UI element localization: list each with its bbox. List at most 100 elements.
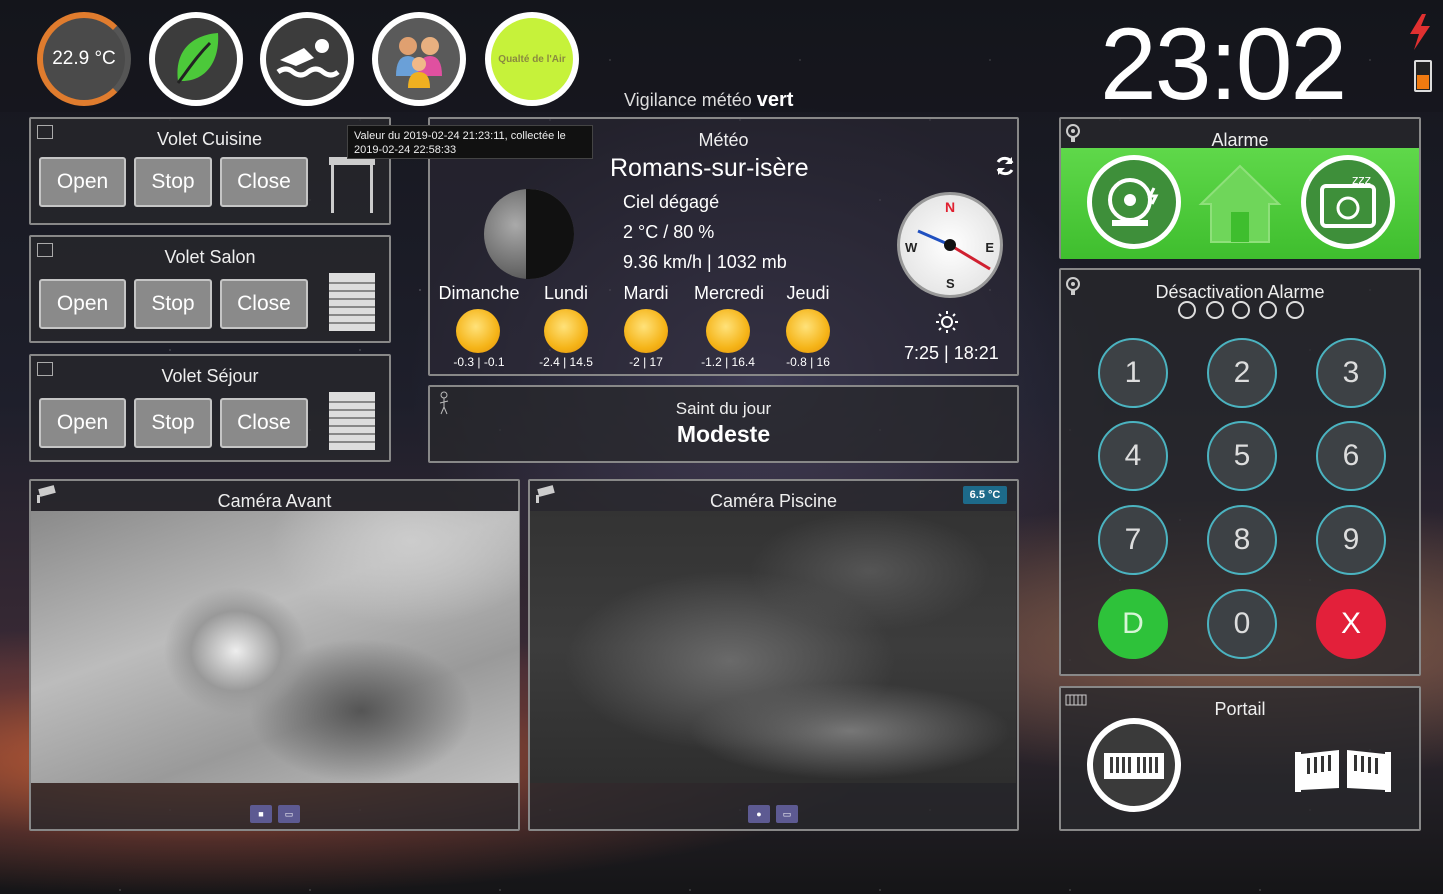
compass-needle bbox=[917, 229, 991, 271]
leaf-icon bbox=[176, 33, 219, 84]
pin-dot bbox=[1286, 301, 1304, 319]
key-disarm[interactable]: D bbox=[1098, 589, 1168, 659]
key-5[interactable]: 5 bbox=[1207, 421, 1277, 491]
sun-icon bbox=[786, 309, 830, 353]
refresh-icon[interactable] bbox=[994, 155, 1016, 177]
saint-name: Modeste bbox=[676, 421, 771, 447]
presence-button[interactable] bbox=[372, 12, 466, 106]
camera-panel-front: Caméra Avant ■ ▭ bbox=[29, 479, 520, 831]
shutter-closed-icon bbox=[329, 273, 375, 331]
pin-dot bbox=[1259, 301, 1277, 319]
shutter-panel-salon: Volet Salon Open Stop Close bbox=[29, 235, 391, 343]
sun-icon bbox=[544, 309, 588, 353]
camera-record-button[interactable]: ● bbox=[748, 805, 770, 823]
clock: 23:02 bbox=[1100, 7, 1347, 121]
gate-toggle-button[interactable] bbox=[1087, 718, 1181, 812]
camera-stop-button[interactable]: ■ bbox=[250, 805, 272, 823]
key-1[interactable]: 1 bbox=[1098, 338, 1168, 408]
shutter-panel-sejour: Volet Séjour Open Stop Close bbox=[29, 354, 391, 462]
svg-text:zzz: zzz bbox=[1352, 173, 1371, 187]
sun-icon bbox=[456, 309, 500, 353]
air-quality-button[interactable]: Qualté de l'Air bbox=[485, 12, 579, 106]
shutter-open-button[interactable]: Open bbox=[39, 279, 126, 329]
eco-button[interactable] bbox=[149, 12, 243, 106]
moon-phase-icon bbox=[484, 189, 574, 279]
camera-feed-front[interactable] bbox=[31, 511, 519, 783]
weather-temp-humidity: 2 °C / 80 % bbox=[623, 222, 715, 242]
camera-folder-button[interactable]: ▭ bbox=[278, 805, 300, 823]
forecast-minmax: -1.2 | 16.4 bbox=[701, 355, 755, 369]
camera-feed-pool[interactable] bbox=[530, 511, 1016, 783]
saint-title: Saint du jour bbox=[675, 399, 772, 418]
lightning-icon bbox=[1410, 14, 1430, 50]
battery-icon bbox=[1414, 60, 1432, 92]
value-tooltip: Valeur du 2019-02-24 21:23:11, collectée… bbox=[347, 125, 593, 159]
temperature-gauge[interactable]: 22.9 °C bbox=[37, 12, 131, 106]
camera-title: Caméra Piscine bbox=[709, 491, 838, 511]
temperature-value: 22.9 °C bbox=[52, 48, 116, 69]
forecast-day: Mardi bbox=[623, 283, 669, 303]
alarm-panel: Alarme zzz bbox=[1059, 117, 1421, 259]
forecast-day: Lundi bbox=[543, 283, 589, 303]
pin-dot bbox=[1178, 301, 1196, 319]
alarm-mode-bar: zzz bbox=[1061, 148, 1419, 259]
shutter-close-button[interactable]: Close bbox=[220, 157, 308, 207]
key-0[interactable]: 0 bbox=[1207, 589, 1277, 659]
shutter-open-button[interactable]: Open bbox=[39, 398, 126, 448]
weather-city: Romans-sur-isère bbox=[610, 154, 809, 182]
saint-panel: Saint du jour Modeste bbox=[428, 385, 1019, 463]
sun-outline-icon bbox=[936, 311, 958, 333]
vigilance-level: vert bbox=[756, 89, 794, 111]
shutter-open-icon bbox=[329, 157, 375, 213]
key-7[interactable]: 7 bbox=[1098, 505, 1168, 575]
pin-dot bbox=[1206, 301, 1224, 319]
shutter-open-button[interactable]: Open bbox=[39, 157, 126, 207]
sunrise-sunset: 7:25 | 18:21 bbox=[904, 343, 999, 363]
key-3[interactable]: 3 bbox=[1316, 338, 1386, 408]
gate-panel: Portail bbox=[1059, 686, 1421, 831]
camera-panel-pool: Caméra Piscine 6.5 °C ● ▭ bbox=[528, 479, 1019, 831]
shutter-panel-cuisine: Volet Cuisine Open Stop Close bbox=[29, 117, 391, 225]
sun-icon bbox=[706, 309, 750, 353]
gate-title: Portail bbox=[1214, 699, 1266, 719]
key-6[interactable]: 6 bbox=[1316, 421, 1386, 491]
pool-temperature-badge: 6.5 °C bbox=[963, 486, 1007, 504]
gate-icon bbox=[1104, 753, 1164, 779]
forecast-minmax: -0.8 | 16 bbox=[786, 355, 830, 369]
keypad-title: Désactivation Alarme bbox=[1155, 282, 1325, 302]
weather-vigilance: Vigilance météo vert bbox=[624, 89, 793, 112]
shutter-stop-button[interactable]: Stop bbox=[134, 157, 212, 207]
vigilance-prefix: Vigilance météo bbox=[624, 90, 752, 110]
alarm-night-button[interactable]: zzz bbox=[1301, 155, 1395, 249]
panel-title: Volet Cuisine bbox=[156, 129, 263, 149]
forecast-minmax: -2.4 | 14.5 bbox=[539, 355, 593, 369]
forecast-day: Dimanche bbox=[438, 283, 520, 303]
keypad-panel: Désactivation Alarme 1 2 3 4 5 6 7 8 9 D… bbox=[1059, 268, 1421, 676]
key-9[interactable]: 9 bbox=[1316, 505, 1386, 575]
pool-button[interactable] bbox=[260, 12, 354, 106]
key-clear[interactable]: X bbox=[1316, 589, 1386, 659]
top-bar: 22.9 °C Qualté de l'Air Vigilance météo … bbox=[0, 0, 1443, 121]
wind-compass: N S E W bbox=[897, 192, 1003, 298]
shutter-stop-button[interactable]: Stop bbox=[134, 398, 212, 448]
weather-wind-pressure: 9.36 km/h | 1032 mb bbox=[623, 252, 787, 272]
key-2[interactable]: 2 bbox=[1207, 338, 1277, 408]
weather-sky: Ciel dégagé bbox=[623, 192, 720, 212]
key-8[interactable]: 8 bbox=[1207, 505, 1277, 575]
panel-title: Volet Salon bbox=[164, 247, 256, 267]
sun-icon bbox=[624, 309, 668, 353]
shutter-stop-button[interactable]: Stop bbox=[134, 279, 212, 329]
gate-open-icon bbox=[1295, 750, 1391, 792]
alarm-siren-button[interactable] bbox=[1087, 155, 1181, 249]
key-4[interactable]: 4 bbox=[1098, 421, 1168, 491]
forecast-minmax: -0.3 | -0.1 bbox=[453, 355, 505, 369]
home-icon[interactable] bbox=[1197, 162, 1283, 244]
camera-folder-button[interactable]: ▭ bbox=[776, 805, 798, 823]
swimmer-icon bbox=[276, 39, 340, 78]
shutter-closed-icon bbox=[329, 392, 375, 450]
family-icon bbox=[396, 37, 442, 88]
shutter-close-button[interactable]: Close bbox=[220, 398, 308, 448]
forecast-minmax: -2 | 17 bbox=[629, 355, 663, 369]
forecast-day: Jeudi bbox=[786, 283, 830, 303]
shutter-close-button[interactable]: Close bbox=[220, 279, 308, 329]
